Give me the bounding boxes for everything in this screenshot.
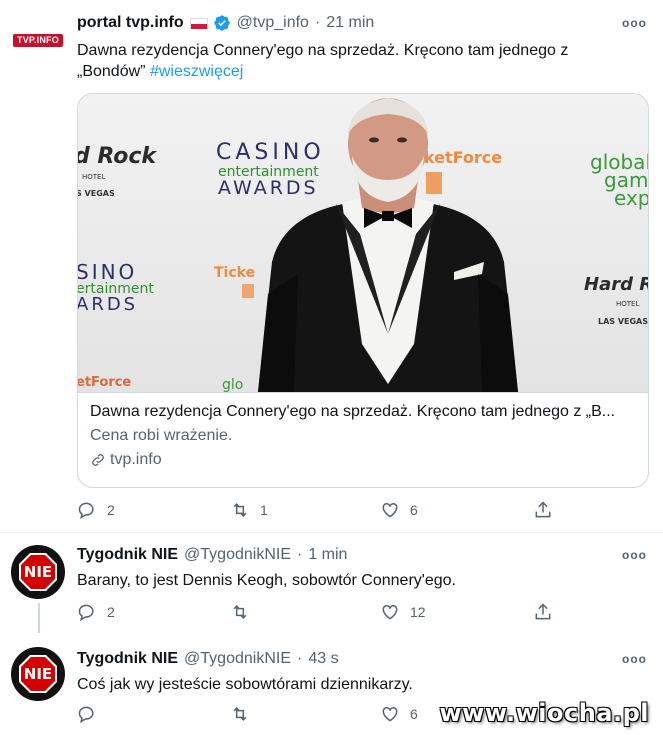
tweet-actions: 2 1 6 <box>77 500 557 524</box>
timestamp[interactable]: 1 min <box>308 546 347 564</box>
hard-rock-logo-left: d Rock <box>78 144 157 169</box>
tvp-info-avatar[interactable]: TVP.INFO <box>10 14 66 70</box>
card-image: d Rock HOTEL S VEGAS CASINO entertainmen… <box>78 94 649 392</box>
man-in-tuxedo-photo <box>258 98 518 392</box>
reply-count: 2 <box>107 502 115 518</box>
like-button[interactable]: 6 <box>380 500 418 520</box>
card-meta: Dawna rezydencja Connery'ego na sprzedaż… <box>78 392 648 487</box>
reply-icon <box>77 500 97 520</box>
tweet-actions: 2 12 <box>77 602 557 626</box>
nie-logo-text: NIE <box>23 665 53 683</box>
expo-text: expo <box>614 186 648 210</box>
like-icon <box>380 602 400 622</box>
card-description: Cena robi wrażenie. <box>90 427 233 444</box>
ticketforce-partial-bottom: etForce <box>78 375 132 390</box>
like-button[interactable]: 6 <box>380 704 418 724</box>
tygodnik-nie-avatar[interactable]: NIE <box>10 646 66 702</box>
retweet-icon <box>230 704 250 724</box>
casino-logo-left-partial: SINO <box>78 260 138 284</box>
thread-line <box>38 603 40 633</box>
more-options-button[interactable]: ooo <box>622 652 647 666</box>
link-card[interactable]: d Rock HOTEL S VEGAS CASINO entertainmen… <box>77 93 649 488</box>
reply-button[interactable] <box>77 704 107 724</box>
card-title[interactable]: Dawna rezydencja Connery'ego na sprzedaż… <box>90 403 638 421</box>
separator-dot: · <box>314 14 321 31</box>
separator-dot: · <box>297 650 303 667</box>
like-icon <box>380 500 400 520</box>
author-handle[interactable]: @tvp_info <box>237 14 309 32</box>
tweet-nie-reply-1[interactable]: NIE Tygodnik NIE @TygodnikNIE · 1 min oo… <box>0 533 663 633</box>
author-name[interactable]: Tygodnik NIE <box>77 546 178 564</box>
polish-flag-icon <box>189 17 208 29</box>
tweet-text: Dawna rezydencja Connery'ego na sprzedaż… <box>77 40 597 82</box>
tweet-text: Barany, to jest Dennis Keogh, sobowtór C… <box>77 572 456 589</box>
like-button[interactable]: 12 <box>380 602 426 622</box>
hashtag-link[interactable]: #wieszwięcej <box>150 63 243 80</box>
reply-icon <box>77 602 97 622</box>
more-options-button[interactable]: ooo <box>622 548 647 562</box>
hard-rock-vegas-left: S VEGAS <box>78 189 115 198</box>
retweet-icon <box>230 602 250 622</box>
share-button[interactable] <box>533 500 553 520</box>
share-button[interactable] <box>533 602 553 622</box>
author-handle[interactable]: @TygodnikNIE <box>184 650 291 668</box>
verified-icon <box>213 14 231 32</box>
reply-icon <box>77 704 97 724</box>
tvp-info-logo: TVP.INFO <box>13 34 63 47</box>
reply-button[interactable]: 2 <box>77 602 115 622</box>
tygodnik-nie-avatar[interactable]: NIE <box>10 544 66 600</box>
separator-dot: · <box>297 546 303 563</box>
more-options-button[interactable]: ooo <box>622 16 647 30</box>
watermark: www.wiocha.pl <box>439 699 649 727</box>
link-icon <box>90 452 110 468</box>
tweet-header: portal tvp.info @tvp_info · 21 min <box>77 14 374 32</box>
like-count: 12 <box>410 604 426 620</box>
share-icon <box>533 602 553 622</box>
retweet-icon <box>230 500 250 520</box>
timestamp[interactable]: 21 min <box>326 14 374 32</box>
tweet-header: Tygodnik NIE @TygodnikNIE · 1 min <box>77 546 347 564</box>
reply-button[interactable]: 2 <box>77 500 115 520</box>
tweet-tvp-info[interactable]: TVP.INFO portal tvp.info @tvp_info · 21 … <box>0 0 663 530</box>
retweet-button[interactable] <box>230 704 260 724</box>
retweet-button[interactable]: 1 <box>230 500 268 520</box>
tvp-info-logo-text: TVP.INFO <box>17 35 59 45</box>
tweet-text: Coś jak wy jesteście sobowtórami dzienni… <box>77 676 413 693</box>
author-name[interactable]: Tygodnik NIE <box>77 650 178 668</box>
author-name[interactable]: portal tvp.info <box>77 14 184 32</box>
tweet-header: Tygodnik NIE @TygodnikNIE · 43 s <box>77 650 339 668</box>
hard-rock-hotel-right: HOTEL <box>616 300 640 308</box>
share-icon <box>533 500 553 520</box>
card-domain[interactable]: tvp.info <box>90 451 162 469</box>
card-domain-text: tvp.info <box>110 451 162 468</box>
hard-rock-logo-right: Hard Ro <box>584 274 648 295</box>
like-icon <box>380 704 400 724</box>
author-handle[interactable]: @TygodnikNIE <box>184 546 291 564</box>
hard-rock-hotel-left: HOTEL <box>82 173 106 181</box>
reply-count: 2 <box>107 604 115 620</box>
retweet-button[interactable] <box>230 602 260 622</box>
awards-left-partial: ARDS <box>78 294 139 315</box>
like-count: 6 <box>410 502 418 518</box>
nie-logo-text: NIE <box>23 563 53 581</box>
timestamp[interactable]: 43 s <box>308 650 338 668</box>
retweet-count: 1 <box>260 502 268 518</box>
hard-rock-vegas-right: LAS VEGAS <box>598 317 649 326</box>
like-count: 6 <box>410 706 418 722</box>
